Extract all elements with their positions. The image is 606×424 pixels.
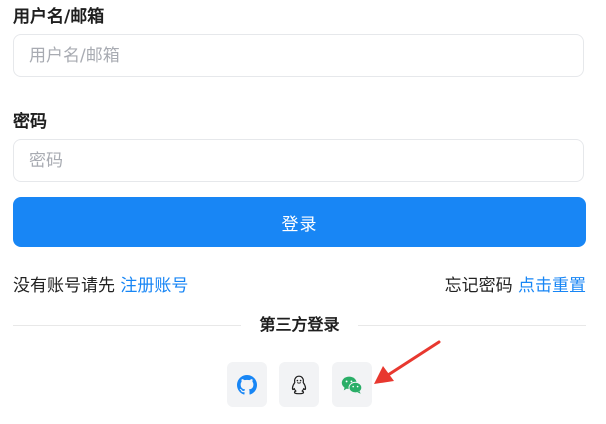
github-icon — [237, 374, 257, 395]
password-input[interactable] — [13, 139, 584, 182]
reset-password-link[interactable]: 点击重置 — [518, 276, 586, 296]
username-input[interactable] — [13, 34, 584, 77]
username-label: 用户名/邮箱 — [13, 7, 105, 27]
register-link[interactable]: 注册账号 — [120, 276, 188, 296]
wechat-icon — [341, 376, 363, 394]
login-form: 用户名/邮箱 密码 登录 没有账号请先 注册账号 忘记密码 点击重置 第三方登录 — [0, 0, 606, 424]
wechat-login-button[interactable] — [332, 362, 372, 407]
annotation-arrow-icon — [374, 340, 441, 384]
third-party-divider: 第三方登录 — [13, 314, 586, 336]
divider-line-right — [358, 325, 586, 326]
auth-links-row: 没有账号请先 注册账号 忘记密码 点击重置 — [13, 275, 586, 297]
login-button[interactable]: 登录 — [13, 197, 586, 247]
qq-login-button[interactable] — [279, 362, 319, 407]
github-login-button[interactable] — [227, 362, 267, 407]
password-label: 密码 — [13, 112, 47, 132]
qq-penguin-icon — [291, 375, 307, 394]
forgot-password-group: 忘记密码 点击重置 — [445, 275, 586, 297]
register-prompt-group: 没有账号请先 注册账号 — [13, 275, 188, 297]
register-prompt-text: 没有账号请先 — [13, 276, 115, 296]
forgot-password-text: 忘记密码 — [444, 276, 513, 296]
